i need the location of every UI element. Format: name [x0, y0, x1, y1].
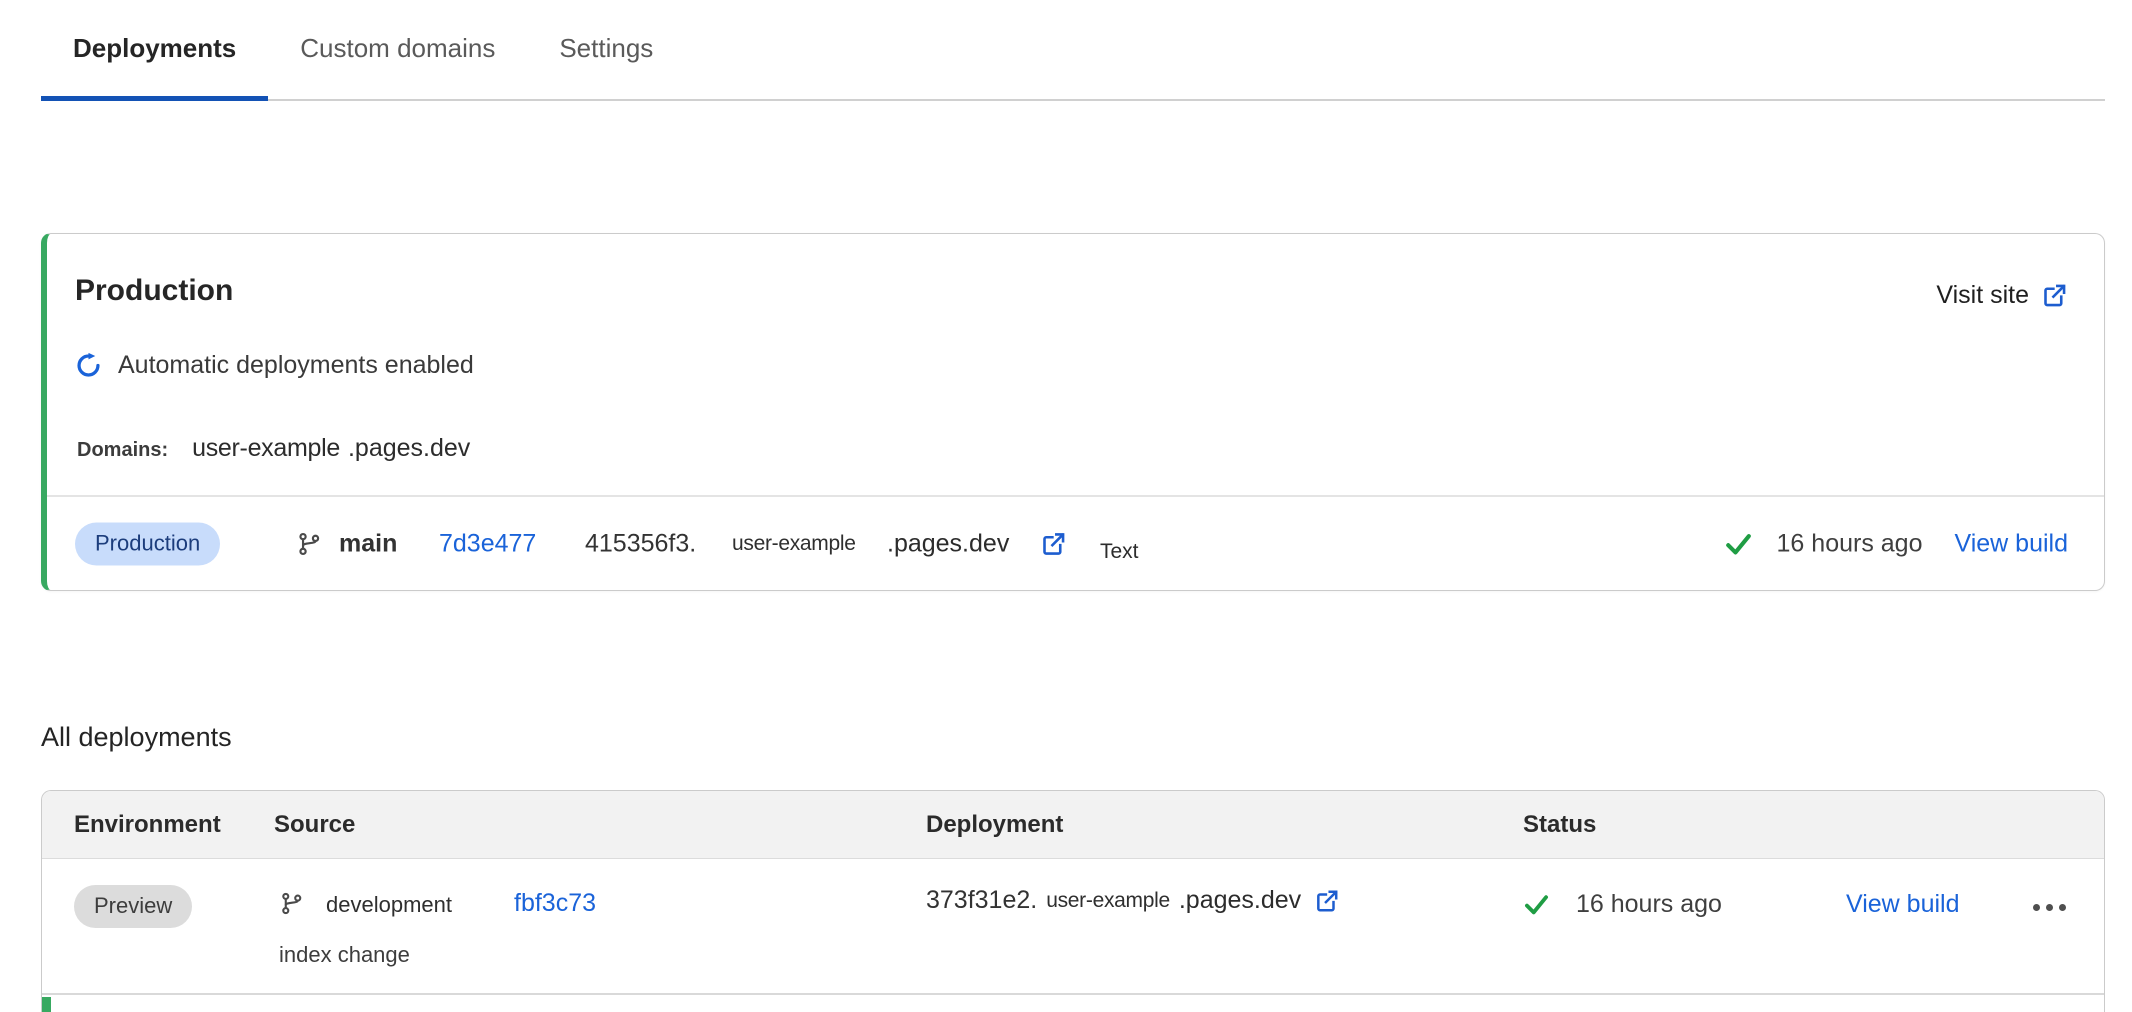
domain-suffix: .pages.dev	[348, 434, 470, 463]
refresh-icon	[75, 352, 102, 379]
domain-name: user-example	[192, 434, 340, 463]
more-options-button[interactable]	[2033, 904, 2066, 911]
view-build-link[interactable]: View build	[1846, 890, 1960, 919]
column-source: Source	[274, 791, 355, 859]
git-branch-icon	[296, 531, 322, 557]
production-card-title: Production	[75, 274, 233, 308]
production-card: Production Visit site Automatic deployme…	[41, 233, 2105, 591]
success-check-icon	[1724, 529, 1753, 558]
production-deployment-row: Production main 7d3e477 415356f3. user-e…	[47, 497, 2104, 590]
deployment-hash: 415356f3.	[585, 529, 696, 558]
table-row: Preview development fbf3c73 index change…	[42, 860, 2104, 995]
deploy-time: 16 hours ago	[1576, 890, 1722, 919]
deployment-name: user-example	[732, 532, 856, 556]
pages-deployments-screen: Deployments Custom domains Settings Prod…	[0, 0, 2132, 1012]
branch-name: development	[326, 892, 452, 918]
deployment-suffix: .pages.dev	[887, 529, 1009, 558]
commit-message: index change	[279, 942, 410, 968]
commit-link[interactable]: fbf3c73	[514, 889, 596, 918]
git-branch-icon	[279, 891, 304, 916]
domains-row: Domains: user-example .pages.dev	[77, 434, 470, 463]
auto-deployments-text: Automatic deployments enabled	[118, 351, 474, 380]
domains-label: Domains:	[77, 439, 168, 462]
auto-deployments-status: Automatic deployments enabled	[75, 351, 474, 380]
view-build-link[interactable]: View build	[1954, 529, 2068, 558]
next-row-production-indicator	[42, 997, 51, 1012]
commit-link[interactable]: 7d3e477	[439, 529, 536, 558]
deployment-name: user-example	[1046, 889, 1170, 913]
column-environment: Environment	[74, 791, 221, 859]
tab-custom-domains-label: Custom domains	[300, 33, 495, 64]
tab-deployments[interactable]: Deployments	[41, 0, 268, 101]
tab-bar: Deployments Custom domains Settings	[41, 0, 2105, 101]
open-deployment-icon[interactable]	[1040, 530, 1067, 557]
column-deployment: Deployment	[926, 791, 1063, 859]
all-deployments-title: All deployments	[41, 722, 232, 753]
environment-badge: Preview	[74, 885, 192, 928]
tab-settings-label: Settings	[559, 33, 653, 64]
external-link-icon	[2041, 282, 2068, 309]
tab-settings[interactable]: Settings	[527, 0, 685, 101]
deploy-time: 16 hours ago	[1777, 529, 1923, 558]
success-check-icon	[1523, 891, 1550, 918]
status-group: 16 hours ago View build	[1724, 529, 2068, 558]
tab-deployments-label: Deployments	[73, 33, 236, 64]
deployments-table: Environment Source Deployment Status Pre…	[41, 790, 2105, 1012]
branch-name: main	[339, 529, 397, 558]
annotation-text: Text	[1100, 540, 1139, 564]
column-status: Status	[1523, 791, 1596, 859]
environment-badge: Production	[75, 522, 220, 565]
tab-custom-domains[interactable]: Custom domains	[268, 0, 527, 101]
table-header: Environment Source Deployment Status	[42, 791, 2104, 859]
deployment-hash: 373f31e2.	[926, 886, 1037, 915]
visit-site-label: Visit site	[1936, 281, 2029, 310]
visit-site-link[interactable]: Visit site	[1936, 281, 2068, 310]
open-deployment-icon[interactable]	[1314, 888, 1340, 914]
deployment-cell: 373f31e2. user-example .pages.dev	[926, 886, 1340, 915]
deployment-suffix: .pages.dev	[1179, 886, 1301, 915]
